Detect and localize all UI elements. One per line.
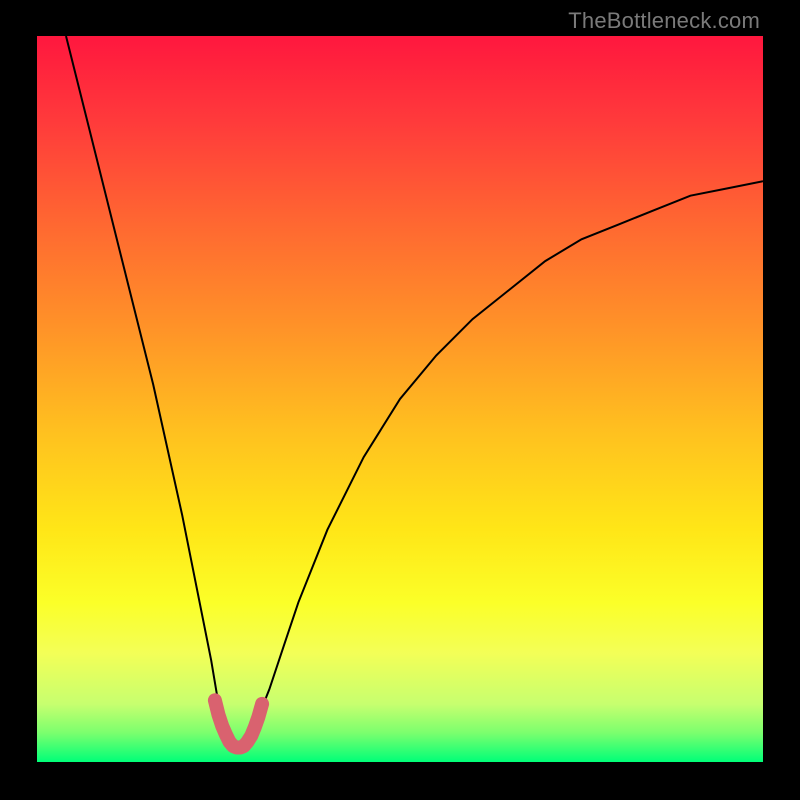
chart-svg	[37, 36, 763, 762]
watermark-text: TheBottleneck.com	[568, 8, 760, 34]
bottom-highlight	[215, 700, 262, 747]
main-curve	[66, 36, 763, 748]
